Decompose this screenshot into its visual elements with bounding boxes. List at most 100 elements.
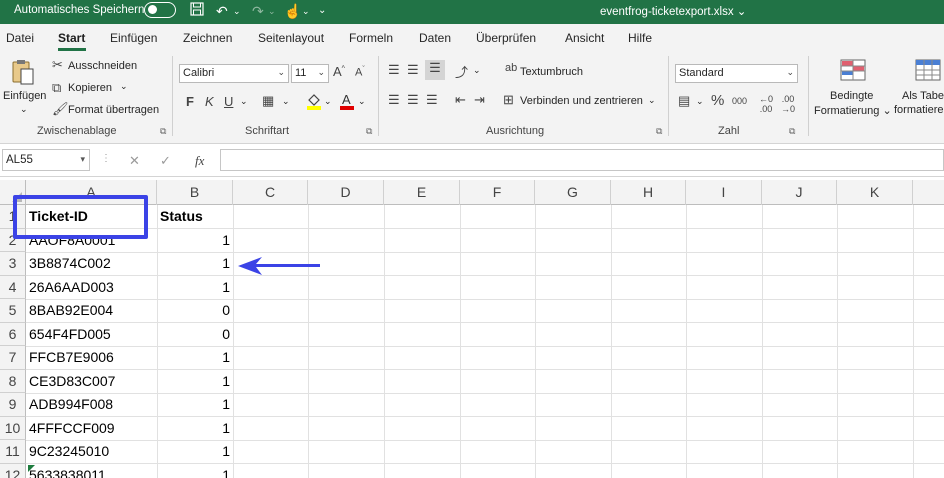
undo-dropdown-icon[interactable]: ⌄ xyxy=(233,2,241,20)
formula-bar-handle-icon[interactable]: ⋮ xyxy=(101,153,111,164)
cell-b9[interactable]: 1 xyxy=(157,393,233,417)
align-right-icon[interactable]: ☰ xyxy=(426,92,438,108)
copy-button[interactable]: Kopieren xyxy=(68,82,112,94)
borders-icon[interactable]: ▦ xyxy=(262,93,274,109)
font-size-select[interactable]: 11 ⌄ xyxy=(291,64,329,83)
borders-dropdown-icon[interactable]: ⌄ xyxy=(282,96,290,107)
row-header-4[interactable]: 4 xyxy=(0,275,26,299)
cell-a9[interactable]: ADB994F008 xyxy=(26,393,157,417)
column-header-f[interactable]: F xyxy=(460,180,535,205)
column-header-g[interactable]: G xyxy=(535,180,611,205)
merge-dropdown-icon[interactable]: ⌄ xyxy=(648,95,656,106)
tab-zeichnen[interactable]: Zeichnen xyxy=(183,31,232,45)
undo-icon[interactable]: ↶ xyxy=(216,2,228,20)
format-as-table-label-1[interactable]: Als Tabel xyxy=(902,90,944,102)
row-header-10[interactable]: 10 xyxy=(0,416,26,440)
redo-dropdown-icon[interactable]: ⌄ xyxy=(268,2,276,20)
cell-a5[interactable]: 8BAB92E004 xyxy=(26,299,157,323)
shrink-font-icon[interactable]: Aˇ xyxy=(355,66,365,79)
cell-b2[interactable]: 1 xyxy=(157,229,233,253)
cell-b7[interactable]: 1 xyxy=(157,346,233,370)
cancel-icon[interactable]: ✕ xyxy=(129,153,140,169)
tab-daten[interactable]: Daten xyxy=(419,31,451,45)
format-as-table-button[interactable]: formatiere xyxy=(894,104,944,116)
row-header-11[interactable]: 11 xyxy=(0,440,26,464)
tab-ansicht[interactable]: Ansicht xyxy=(565,31,604,45)
row-header-8[interactable]: 8 xyxy=(0,369,26,393)
cell-b1[interactable]: Status xyxy=(157,205,233,229)
cell-a10[interactable]: 4FFFCCF009 xyxy=(26,417,157,441)
row-header-3[interactable]: 3 xyxy=(0,252,26,276)
paste-icon[interactable] xyxy=(10,58,36,89)
italic-button[interactable]: K xyxy=(205,94,214,109)
comma-style-icon[interactable]: 000 xyxy=(732,96,747,106)
accounting-dropdown-icon[interactable]: ⌄ xyxy=(696,96,704,107)
column-header-c[interactable]: C xyxy=(233,180,308,205)
fill-color-dropdown-icon[interactable]: ⌄ xyxy=(324,96,332,107)
paste-button[interactable]: Einfügen xyxy=(3,90,46,102)
cell-b8[interactable]: 1 xyxy=(157,370,233,394)
customize-toolbar-icon[interactable]: ⌄ xyxy=(318,2,326,20)
clipboard-launcher-icon[interactable]: ⧉ xyxy=(160,126,166,137)
cell-a3[interactable]: 3B8874C002 xyxy=(26,252,157,276)
alignment-launcher-icon[interactable]: ⧉ xyxy=(656,126,662,137)
cell-b5[interactable]: 0 xyxy=(157,299,233,323)
align-middle-icon[interactable]: ☰ xyxy=(407,62,419,78)
column-header-b[interactable]: B xyxy=(157,180,233,205)
conditional-formatting-icon[interactable] xyxy=(840,59,866,84)
row-header-12[interactable]: 12 xyxy=(0,463,26,478)
increase-indent-icon[interactable]: ⇥ xyxy=(474,92,485,108)
percent-style-icon[interactable]: % xyxy=(711,92,724,109)
merge-center-icon[interactable]: ⊞ xyxy=(503,92,514,108)
format-as-table-icon[interactable] xyxy=(915,59,941,84)
tab-hilfe[interactable]: Hilfe xyxy=(628,31,652,45)
align-left-icon[interactable]: ☰ xyxy=(388,92,400,108)
grow-font-icon[interactable]: A^ xyxy=(333,64,345,79)
cell-b10[interactable]: 1 xyxy=(157,417,233,441)
orientation-dropdown-icon[interactable]: ⌄ xyxy=(473,65,481,76)
format-painter-button[interactable]: Format übertragen xyxy=(68,104,159,116)
font-color-dropdown-icon[interactable]: ⌄ xyxy=(358,96,366,107)
cell-a12[interactable]: 5633838011 xyxy=(26,464,157,478)
underline-dropdown-icon[interactable]: ⌄ xyxy=(240,96,248,107)
cell-a8[interactable]: CE3D83C007 xyxy=(26,370,157,394)
row-header-6[interactable]: 6 xyxy=(0,322,26,346)
touch-mode-icon[interactable]: ☝ xyxy=(284,2,301,20)
wrap-text-button[interactable]: Textumbruch xyxy=(520,66,583,78)
decrease-indent-icon[interactable]: ⇤ xyxy=(455,92,466,108)
row-header-7[interactable]: 7 xyxy=(0,346,26,370)
column-header-k[interactable]: K xyxy=(837,180,913,205)
formula-input[interactable] xyxy=(220,149,944,171)
decrease-decimal-icon[interactable]: .00 →0 xyxy=(781,94,795,114)
copy-icon[interactable]: ⧉ xyxy=(52,80,61,96)
bold-button[interactable]: F xyxy=(186,94,194,109)
column-header-e[interactable]: E xyxy=(384,180,460,205)
save-icon[interactable] xyxy=(190,2,204,20)
wrap-text-icon[interactable]: ab xyxy=(505,62,517,74)
underline-button[interactable]: U xyxy=(224,94,233,109)
redo-icon[interactable]: ↷ xyxy=(252,2,264,20)
fill-color-icon[interactable] xyxy=(306,92,322,113)
cell-a7[interactable]: FFCB7E9006 xyxy=(26,346,157,370)
cell-a4[interactable]: 26A6AAD003 xyxy=(26,276,157,300)
cell-b12[interactable]: 1 xyxy=(157,464,233,478)
merge-center-button[interactable]: Verbinden und zentrieren xyxy=(520,95,643,107)
format-painter-icon[interactable]: 🖌 xyxy=(52,101,69,117)
number-launcher-icon[interactable]: ⧉ xyxy=(789,126,795,137)
paste-dropdown-icon[interactable]: ⌄ xyxy=(20,104,28,115)
tab-start[interactable]: Start xyxy=(58,31,85,45)
touch-dropdown-icon[interactable]: ⌄ xyxy=(302,2,310,20)
cell-b3[interactable]: 1 xyxy=(157,252,233,276)
conditional-formatting-label-1[interactable]: Bedingte xyxy=(830,90,873,102)
autosave-toggle[interactable] xyxy=(144,2,176,18)
cut-button[interactable]: Ausschneiden xyxy=(68,60,137,72)
conditional-formatting-button[interactable]: Formatierung ⌄ xyxy=(814,104,892,117)
cell-a6[interactable]: 654F4FD005 xyxy=(26,323,157,347)
cell-a11[interactable]: 9C23245010 xyxy=(26,440,157,464)
copy-dropdown-icon[interactable]: ⌄ xyxy=(120,81,128,92)
tab-datei[interactable]: Datei xyxy=(6,31,34,45)
align-center-icon[interactable]: ☰ xyxy=(407,92,419,108)
cut-icon[interactable]: ✂ xyxy=(52,57,63,73)
row-header-5[interactable]: 5 xyxy=(0,299,26,323)
file-name[interactable]: eventfrog-ticketexport.xlsx ⌄ xyxy=(600,4,746,18)
